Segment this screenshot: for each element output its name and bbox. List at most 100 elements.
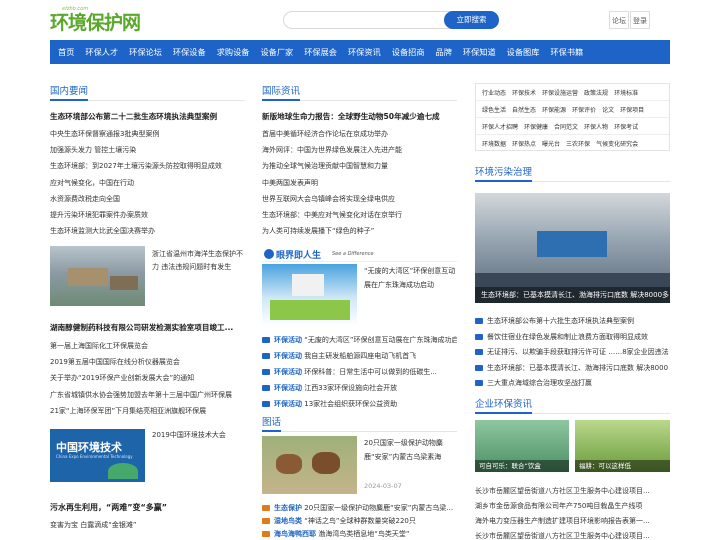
category-link[interactable]: 环保设施运营 bbox=[542, 88, 578, 97]
list-item[interactable]: 餐饮住宿业在绿色发展和制止浪费方面取得明显成效 bbox=[475, 330, 670, 346]
category-link[interactable]: 环保技术 bbox=[512, 88, 536, 97]
nav-item-expo[interactable]: 环保展会 bbox=[304, 46, 337, 58]
company-photo-1[interactable]: 可自可乐：联合“饮盒 bbox=[475, 420, 569, 472]
category-link[interactable]: 政策法规 bbox=[584, 88, 608, 97]
bullet-icon bbox=[475, 333, 483, 340]
company-photo-caption: 福耕：可以这样低 bbox=[575, 460, 670, 472]
company-photo-caption: 可自可乐：联合“饮盒 bbox=[475, 460, 569, 472]
list-item[interactable]: 环保活动 环保科普：日常生活中可以做到的低碳生... bbox=[262, 364, 457, 380]
list-item[interactable]: 长沙市岳麓区望岳街道八方社区卫生服务中心建设项目... bbox=[475, 484, 670, 499]
list-item[interactable]: 生态环境部：到2027年土壤污染源头防控取得明显成效 bbox=[50, 158, 245, 174]
category-link[interactable]: 环保人物 bbox=[584, 122, 608, 131]
domestic-section-title: 国内要闻 bbox=[50, 83, 245, 101]
bullet-icon bbox=[475, 349, 483, 355]
category-link[interactable]: 环保热点 bbox=[512, 139, 536, 148]
list-item[interactable]: 水资源费改税走向全国 bbox=[50, 191, 245, 207]
list-item[interactable]: 为人类可持续发展播下“绿色的种子” bbox=[262, 223, 457, 239]
category-link[interactable]: 环境标准 bbox=[614, 88, 638, 97]
category-link[interactable]: 环保评价 bbox=[572, 105, 596, 114]
list-item[interactable]: 海外电力变压器生产制造扩建项目环境影响报告表第一... bbox=[475, 514, 670, 529]
list-item[interactable]: 环保活动 13家社会组织获环保公益资助 bbox=[262, 396, 457, 412]
international-headline[interactable]: 新版地球生命力报告：全球野生动物50年减少逾七成 bbox=[262, 111, 457, 122]
category-link[interactable]: 合同范文 bbox=[554, 122, 578, 131]
list-item[interactable]: 湖乡市金岳源食品有限公司年产750吨目栽晶生产线项 bbox=[475, 499, 670, 514]
list-item[interactable]: 生态保护 20只国家一级保护动物麋鹿“安家”内蒙古乌梁... bbox=[262, 502, 457, 515]
nav-item-forum[interactable]: 环保论坛 bbox=[129, 46, 162, 58]
category-link[interactable]: 绿色生活 bbox=[482, 105, 506, 114]
list-item[interactable]: 环保活动 我自主研发船舶源四座电动飞机首飞 bbox=[262, 348, 457, 364]
login-link[interactable]: 登录 bbox=[630, 11, 650, 29]
play-icon bbox=[262, 369, 270, 375]
list-item[interactable]: 三大重点海域综合治理攻坚战打赢 bbox=[475, 376, 670, 392]
list-item[interactable]: 2019第五届中国国际在线分析仪器展览会 bbox=[50, 354, 245, 370]
nav-item-brand[interactable]: 品牌 bbox=[436, 46, 452, 58]
list-item[interactable]: 海外网评：中国为世界绿色发展注入先进产能 bbox=[262, 142, 457, 158]
feature-photo[interactable] bbox=[262, 264, 357, 326]
category-link[interactable]: 曝光台 bbox=[542, 139, 560, 148]
domestic-headline-2[interactable]: 湖南醇健制药科技有限公司研发检测实验室项目竣工... bbox=[50, 322, 245, 333]
search-button[interactable]: 立即搜索 bbox=[444, 11, 499, 29]
nav-item-buy[interactable]: 求购设备 bbox=[217, 46, 250, 58]
domestic-headline-3[interactable]: 污水再生利用，“两难”变“多赢” bbox=[50, 502, 245, 513]
pollution-photo[interactable]: 生态环境部：已基本摸清长江、渤海排污口底数 解决8000多 bbox=[475, 193, 670, 303]
list-item[interactable]: 海鸟海鸭西耶 渤海湾鸟类栖息地“鸟类天堂” bbox=[262, 528, 457, 540]
category-link[interactable]: 自然生态 bbox=[512, 105, 536, 114]
nav-item-makers[interactable]: 设备厂家 bbox=[260, 46, 293, 58]
list-item[interactable]: 加强源头发力 管控土壤污染 bbox=[50, 142, 245, 158]
domestic-photo[interactable] bbox=[50, 246, 145, 306]
list-item[interactable]: 21家“上海环保军团”下月集结亮相亚洲旗舰环保展 bbox=[50, 403, 245, 419]
photo-caption[interactable]: 20只国家一级保护动物麋鹿“安家”内蒙古乌梁素海 bbox=[364, 436, 459, 464]
domestic-photo-caption[interactable]: 浙江省温州市海洋生态保护不力 违法违规问题时有发生 bbox=[152, 248, 247, 274]
site-logo[interactable]: efzhb.com 环境保护网 bbox=[50, 6, 170, 38]
list-item[interactable]: 应对气候变化，中国在行动 bbox=[50, 175, 245, 191]
list-item[interactable]: 中央生态环保督察通报3批典型案例 bbox=[50, 126, 245, 142]
nav-item-gallery[interactable]: 设备图库 bbox=[507, 46, 540, 58]
nav-item-talent[interactable]: 环保人才 bbox=[85, 46, 118, 58]
category-link[interactable]: 环保健康 bbox=[524, 122, 548, 131]
company-photo-2[interactable]: 福耕：可以这样低 bbox=[575, 420, 670, 472]
list-item[interactable]: 中美两国发表声明 bbox=[262, 175, 457, 191]
list-item[interactable]: 生态环境监测大比武全国决赛举办 bbox=[50, 223, 245, 239]
list-item[interactable]: 长沙市岳麓区望岳街道八方社区卫生服务中心建设项目... bbox=[475, 529, 670, 540]
nav-item-knowledge[interactable]: 环保知道 bbox=[463, 46, 496, 58]
list-item[interactable]: 关于举办“2019环保产业创新发展大会”的通知 bbox=[50, 370, 245, 386]
nav-item-investment[interactable]: 设备招商 bbox=[392, 46, 425, 58]
list-item[interactable]: 环保活动 “无废的大湾区”环保创意互动展在广东珠海成功启动 bbox=[262, 332, 457, 348]
nav-item-books[interactable]: 环保书籍 bbox=[550, 46, 583, 58]
list-item[interactable]: 广东省城镇供水协会强势加盟去年第十三届中国广州环保展 bbox=[50, 387, 245, 403]
list-item[interactable]: 无证排污、以欺骗手段获取排污许可证 ……8家企业因违法 bbox=[475, 345, 670, 361]
category-link[interactable]: 三农环保 bbox=[566, 139, 590, 148]
nav-item-home[interactable]: 首页 bbox=[58, 46, 74, 58]
list-item[interactable]: 生态环境部：已基本摸清长江、渤海排污口底数 解决8000 bbox=[475, 361, 670, 377]
expo-banner[interactable]: 中国环境技术 China Expo Environmental Technolo… bbox=[50, 429, 145, 482]
category-link[interactable]: 环保能源 bbox=[542, 105, 566, 114]
list-item[interactable]: 世界互联网大会乌镇峰会将实现全绿电供应 bbox=[262, 191, 457, 207]
nav-item-news[interactable]: 环保资讯 bbox=[348, 46, 381, 58]
category-link[interactable]: 环境数据 bbox=[482, 139, 506, 148]
list-item[interactable]: 变害为宝 白露滴成“金银滩” bbox=[50, 517, 245, 533]
forum-link[interactable]: 论坛 bbox=[609, 11, 629, 29]
list-item[interactable]: 生态环境部公布第十六批生态环境执法典型案例 bbox=[475, 314, 670, 330]
expo-caption[interactable]: 2019中国环境技术大会 bbox=[152, 430, 247, 440]
list-item[interactable]: 生态环境部：中美应对气候变化对话在京举行 bbox=[262, 207, 457, 223]
nav-item-equipment[interactable]: 环保设备 bbox=[173, 46, 206, 58]
list-item[interactable]: 环保活动 江西33家环保设施向社会开放 bbox=[262, 380, 457, 396]
photo-date: 2024-03-07 bbox=[364, 482, 402, 490]
category-link[interactable]: 论文 bbox=[602, 105, 614, 114]
list-item[interactable]: 湿地鸟类 “神话之鸟”全球种群数量突破220只 bbox=[262, 515, 457, 528]
category-link[interactable]: 气候变化研究会 bbox=[596, 139, 638, 148]
category-link[interactable]: 环保项目 bbox=[620, 105, 644, 114]
category-row: 环境数据 环保热点 曝光台 三农环保 气候变化研究会 bbox=[476, 135, 669, 152]
list-item[interactable]: 为推动全球气候治理贡献中国智慧和力量 bbox=[262, 158, 457, 174]
deer-photo[interactable] bbox=[262, 436, 357, 494]
bullet-icon bbox=[475, 318, 483, 324]
list-item[interactable]: 提升污染环境犯罪案件办案质效 bbox=[50, 207, 245, 223]
category-link[interactable]: 环保考试 bbox=[614, 122, 638, 131]
category-link[interactable]: 行业动态 bbox=[482, 88, 506, 97]
feature-caption[interactable]: “无废的大湾区”环保创意互动展在广东珠海成功启动 bbox=[364, 264, 459, 292]
list-item[interactable]: 第一届上海国际化工环保展览会 bbox=[50, 338, 245, 354]
list-item[interactable]: 首届中美循环经济合作论坛在京成功举办 bbox=[262, 126, 457, 142]
category-link[interactable]: 环保人才招聘 bbox=[482, 122, 518, 131]
play-icon bbox=[262, 385, 270, 391]
domestic-headline[interactable]: 生态环境部公布第二十二批生态环境执法典型案例 bbox=[50, 111, 245, 122]
